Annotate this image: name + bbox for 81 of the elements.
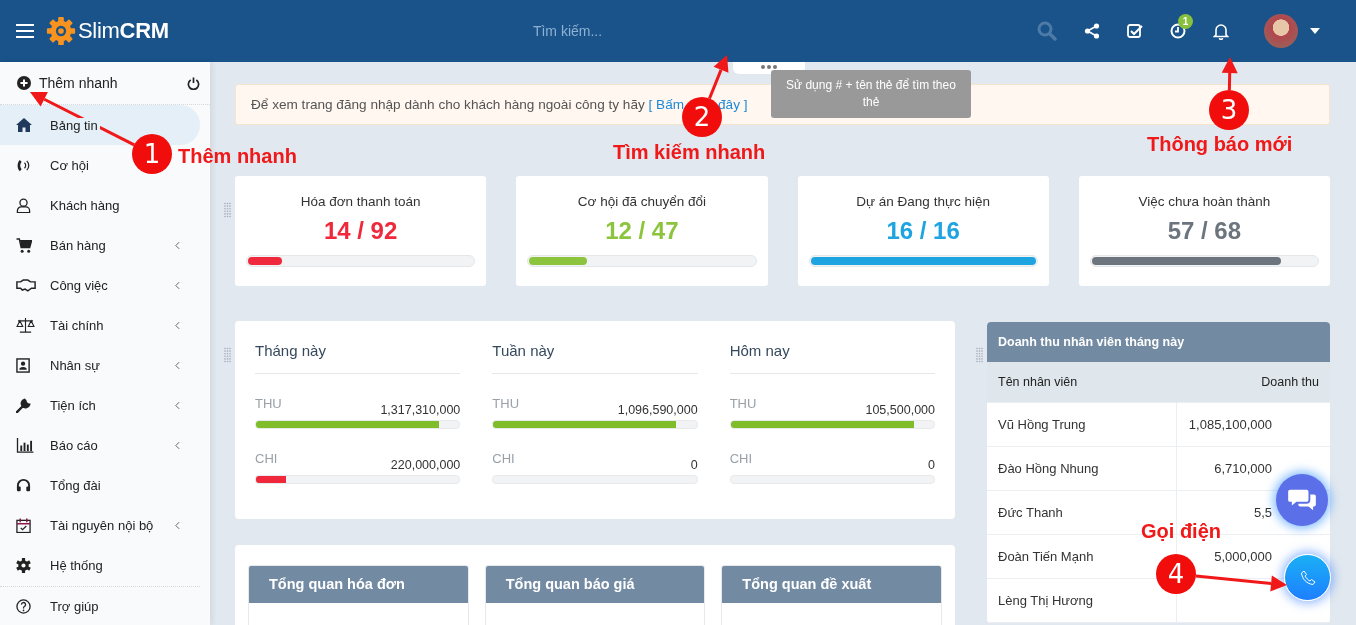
search-field[interactable]: Tìm kiếm...: [530, 22, 755, 40]
table-cell-text: 6,710,000: [1213, 461, 1273, 476]
stat-title: Cơ hội đã chuyển đổi: [577, 194, 706, 209]
sidebar-item[interactable]: Báo cáo: [0, 425, 200, 465]
caret-icon[interactable]: [1310, 28, 1320, 34]
finance-amount: 0: [690, 458, 698, 472]
period-heading: Tháng này: [255, 341, 461, 374]
finance-amount: 0: [928, 458, 935, 472]
plus-circle-icon[interactable]: [17, 76, 31, 90]
settings-icon: [16, 557, 31, 573]
reminder-count-badge: 1: [1178, 14, 1193, 29]
stat-value: 57 / 68: [1167, 217, 1242, 245]
sidebar-item[interactable]: Hệ thống: [0, 545, 107, 585]
sidebar-item[interactable]: Khách hàng: [0, 185, 124, 225]
table-cell: Vũ Hồng Trung: [987, 403, 1177, 446]
sidebar-item[interactable]: Bán hàng: [0, 225, 200, 265]
stat-title: Việc chưa hoàn thành: [1138, 194, 1271, 209]
headset-icon: [16, 477, 31, 493]
finance-label: CHI: [729, 451, 753, 466]
period-heading: Hôm nay: [729, 341, 935, 374]
notification-bell-icon[interactable]: [1213, 22, 1229, 40]
column-header: Tên nhân viên: [997, 374, 1079, 391]
table-cell: Đào Hồng Nhung: [987, 447, 1177, 490]
table-cell-text: 5,5: [1252, 505, 1273, 520]
phone-icon: [1299, 569, 1316, 586]
share-icon[interactable]: [1084, 23, 1100, 39]
sidebar-item[interactable]: Tài chính: [0, 305, 200, 345]
finance-amount: 105,500,000: [865, 403, 935, 417]
home-icon: [16, 118, 32, 132]
column-header: Doanh thu: [1260, 375, 1320, 389]
gear-logo-icon: [46, 16, 76, 46]
finance-label: THU: [255, 396, 282, 411]
handshake-icon: [16, 278, 36, 292]
annotation-arrow: [1221, 57, 1238, 91]
table-cell-text: 5,000,000: [1213, 549, 1273, 564]
sidebar-item[interactable]: Tổng đài: [0, 465, 105, 505]
sidebar-item[interactable]: Tài nguyên nội bộ: [0, 505, 200, 545]
menu-icon[interactable]: [16, 24, 34, 38]
overview-title: Tổng quan đề xuất: [722, 566, 941, 603]
sidebar-item[interactable]: Tiện ích: [0, 385, 200, 425]
help-icon: [16, 599, 31, 614]
app-logo[interactable]: SlimCRM: [78, 18, 169, 44]
help-item[interactable]: Trợ giúp: [0, 586, 200, 625]
sidebar-item[interactable]: Nhân sự: [0, 345, 200, 385]
sidebar-item[interactable]: Công việc: [0, 265, 200, 305]
finance-label: THU: [492, 396, 520, 411]
clock-icon[interactable]: [1170, 23, 1186, 39]
bar-chart-icon: [16, 437, 34, 453]
contact-card-icon: [16, 357, 31, 373]
overview-title: Tổng quan hóa đơn: [249, 566, 468, 603]
user-icon: [16, 197, 31, 213]
table-title: Doanh thu nhân viên tháng này: [987, 322, 1330, 362]
stat-title: Dự án Đang thực hiện: [856, 194, 990, 209]
power-icon[interactable]: [187, 76, 200, 90]
calendar-check-icon: [16, 517, 31, 533]
finance-amount: 220,000,000: [390, 458, 461, 472]
annotation-label: Thêm nhanh: [178, 145, 297, 168]
cart-icon: [16, 237, 32, 253]
stat-value: 12 / 47: [605, 217, 679, 245]
wrench-icon: [16, 397, 31, 413]
phone-signal-icon: [16, 157, 31, 173]
checkbox-icon[interactable]: [1127, 23, 1143, 39]
annotation-label: Tìm kiếm nhanh: [613, 141, 766, 164]
finance-label: CHI: [492, 451, 515, 466]
stat-value: 16 / 16: [886, 217, 960, 245]
stat-value: 14 / 92: [323, 217, 398, 245]
annotation-label: Thông báo mới: [1147, 133, 1293, 156]
period-heading: Tuần này: [492, 341, 698, 374]
finance-amount: 1,317,310,000: [380, 403, 461, 417]
chat-bubbles-icon: [1287, 488, 1317, 512]
finance-amount: 1,096,590,000: [617, 403, 698, 417]
overview-title: Tổng quan báo giá: [485, 566, 705, 603]
finance-label: CHI: [255, 451, 278, 466]
sidebar-item[interactable]: Cơ hội: [0, 145, 93, 185]
search-tooltip: Sử dụng # + tên thẻ để tìm theo thẻ: [771, 70, 971, 118]
user-avatar[interactable]: [1264, 14, 1298, 48]
quick-add-link[interactable]: Thêm nhanh: [39, 75, 179, 91]
stat-title: Hóa đơn thanh toán: [300, 194, 421, 209]
scale-icon: [16, 317, 35, 333]
finance-label: THU: [729, 396, 757, 411]
table-cell-text: 1,085,100,000: [1187, 417, 1273, 432]
